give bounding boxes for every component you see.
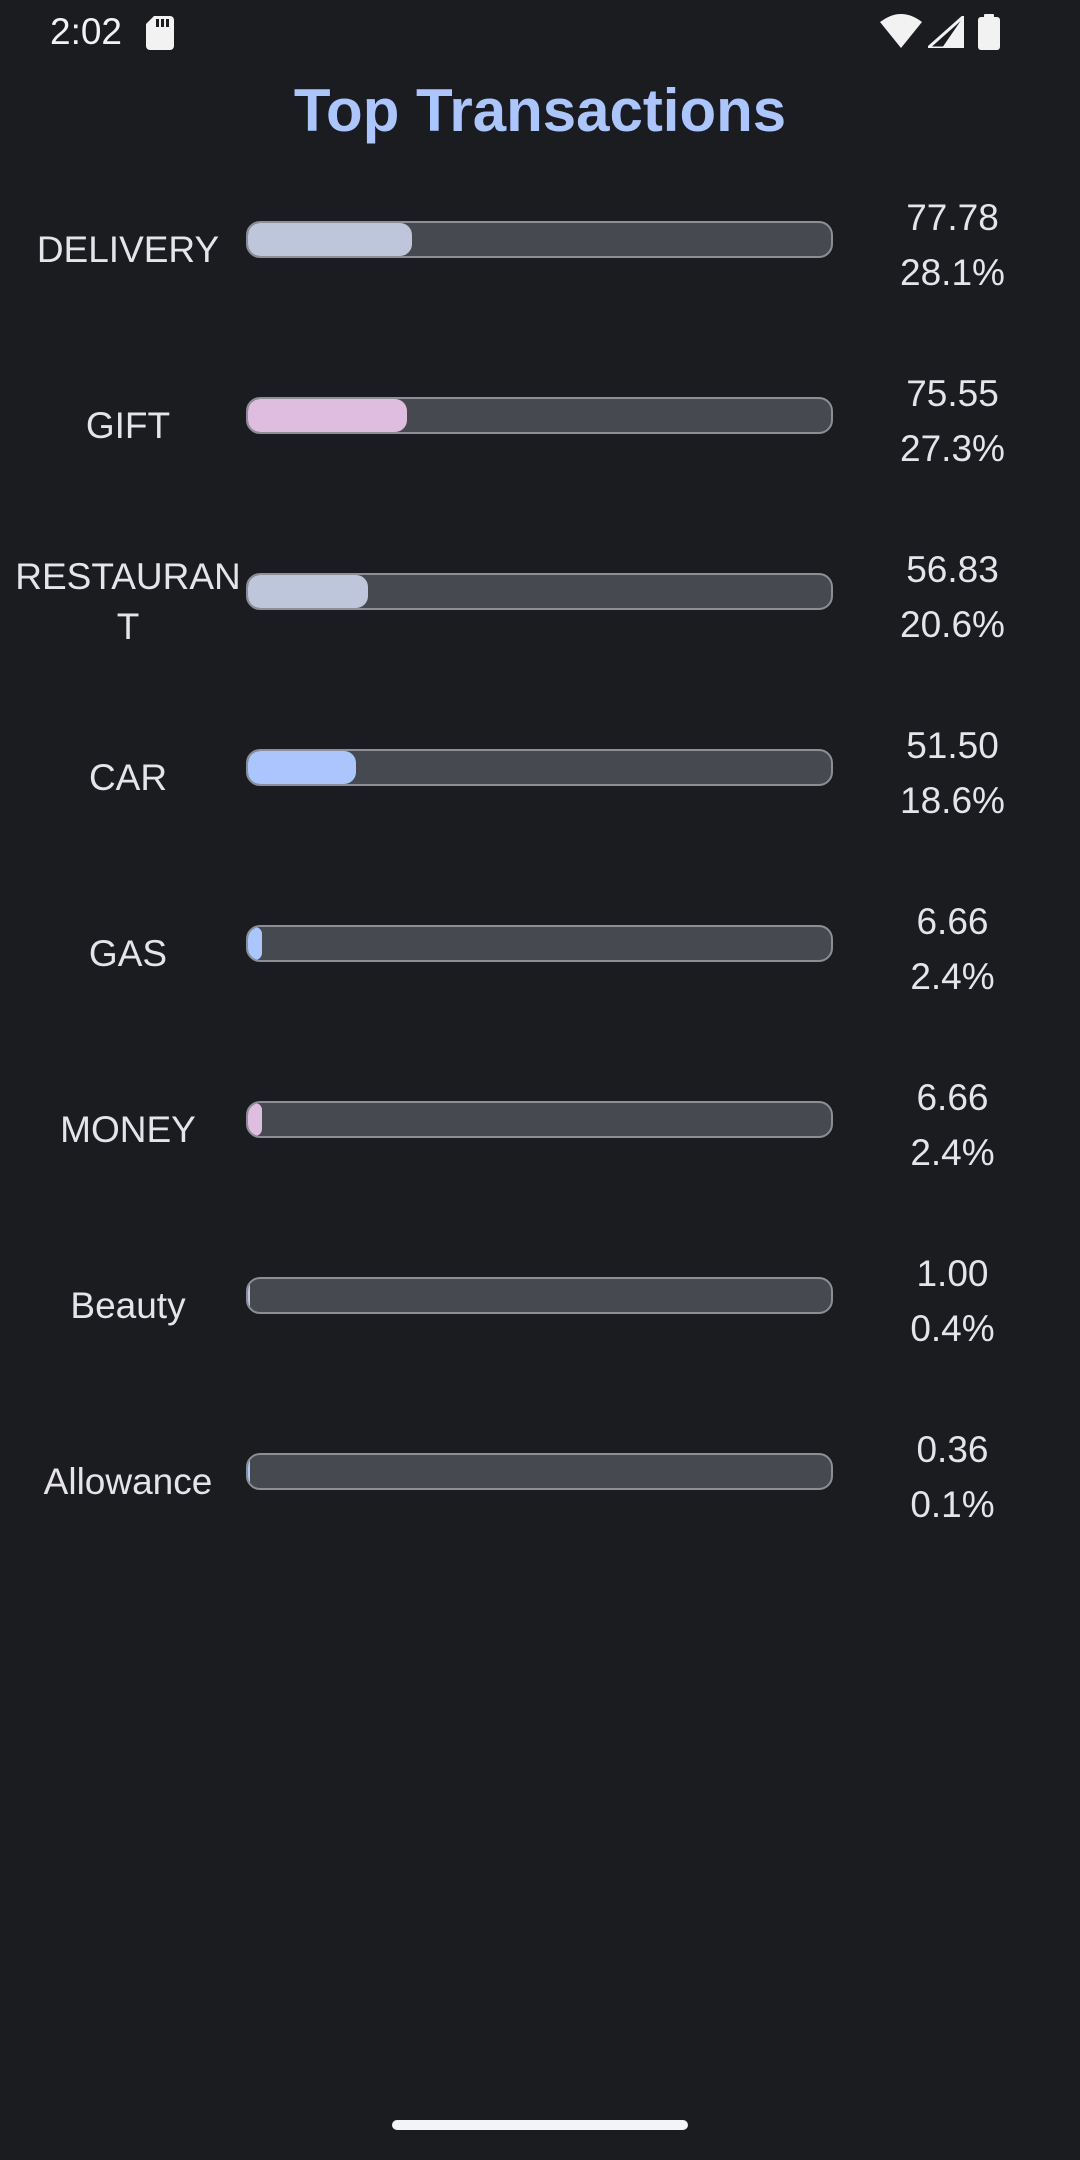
amount-value: 0.36: [916, 1429, 989, 1470]
category-label: CAR: [88, 757, 168, 798]
amount-values: 77.78 28.1%: [860, 190, 1045, 300]
amount-value: 77.78: [906, 197, 999, 238]
amount-values: 0.36 0.1%: [860, 1422, 1045, 1532]
sd-card-icon: [146, 16, 174, 55]
amount-values: 6.66 2.4%: [860, 1070, 1045, 1180]
progress-bar-fill: [248, 927, 262, 960]
amount-value: 6.66: [916, 1077, 989, 1118]
progress-bar-track: [246, 925, 833, 962]
progress-bar-fill: [248, 399, 408, 432]
battery-icon: [978, 14, 1000, 55]
amount-value: 51.50: [906, 725, 999, 766]
transaction-row[interactable]: CAR 51.50 18.6%: [0, 708, 1080, 848]
progress-bar-track: [246, 1101, 833, 1138]
progress-bar-track: [246, 1277, 833, 1314]
percent-value: 18.6%: [900, 780, 1005, 821]
percent-value: 2.4%: [910, 1132, 995, 1173]
progress-bar-fill: [248, 223, 412, 256]
amount-values: 75.55 27.3%: [860, 366, 1045, 476]
amount-value: 56.83: [906, 549, 999, 590]
percent-value: 2.4%: [910, 956, 995, 997]
category-label: Allowance: [43, 1461, 213, 1502]
amount-value: 75.55: [906, 373, 999, 414]
status-time: 2:02: [50, 11, 123, 52]
amount-values: 51.50 18.6%: [860, 718, 1045, 828]
status-bar: 2:02: [0, 0, 1080, 66]
transaction-row[interactable]: RESTAURANT 56.83 20.6%: [0, 532, 1080, 672]
category-label: DELIVERY: [36, 229, 220, 270]
page-title: Top Transactions: [293, 77, 787, 144]
home-indicator[interactable]: [392, 2120, 688, 2130]
signal-icon: [924, 12, 966, 53]
transaction-row[interactable]: GIFT 75.55 27.3%: [0, 356, 1080, 496]
category-label: GAS: [88, 933, 168, 974]
category-label: MONEY: [60, 1109, 196, 1150]
progress-bar-track: [246, 749, 833, 786]
amount-value: 6.66: [916, 901, 989, 942]
amount-values: 1.00 0.4%: [860, 1246, 1045, 1356]
category-label: Beauty: [70, 1285, 186, 1326]
amount-value: 1.00: [916, 1253, 989, 1294]
progress-bar-track: [246, 397, 833, 434]
category-label: GIFT: [85, 405, 171, 446]
percent-value: 27.3%: [900, 428, 1005, 469]
wifi-icon: [880, 14, 922, 53]
percent-value: 20.6%: [900, 604, 1005, 645]
progress-bar-fill: [248, 751, 357, 784]
transaction-row[interactable]: GAS 6.66 2.4%: [0, 884, 1080, 1024]
progress-bar-track: [246, 1453, 833, 1490]
amount-values: 6.66 2.4%: [860, 894, 1045, 1004]
transaction-row[interactable]: DELIVERY 77.78 28.1%: [0, 180, 1080, 320]
category-label: RESTAURANT: [15, 556, 241, 647]
transaction-row[interactable]: Beauty 1.00 0.4%: [0, 1236, 1080, 1376]
amount-values: 56.83 20.6%: [860, 542, 1045, 652]
transaction-row[interactable]: Allowance 0.36 0.1%: [0, 1412, 1080, 1552]
progress-bar-fill: [248, 575, 369, 608]
percent-value: 0.1%: [910, 1484, 995, 1525]
progress-bar-track: [246, 573, 833, 610]
percent-value: 0.4%: [910, 1308, 995, 1349]
progress-bar-fill: [248, 1279, 251, 1312]
status-icons: [840, 12, 1080, 55]
progress-bar-track: [246, 221, 833, 258]
transaction-row[interactable]: MONEY 6.66 2.4%: [0, 1060, 1080, 1200]
percent-value: 28.1%: [900, 252, 1005, 293]
progress-bar-fill: [248, 1455, 251, 1488]
progress-bar-fill: [248, 1103, 262, 1136]
